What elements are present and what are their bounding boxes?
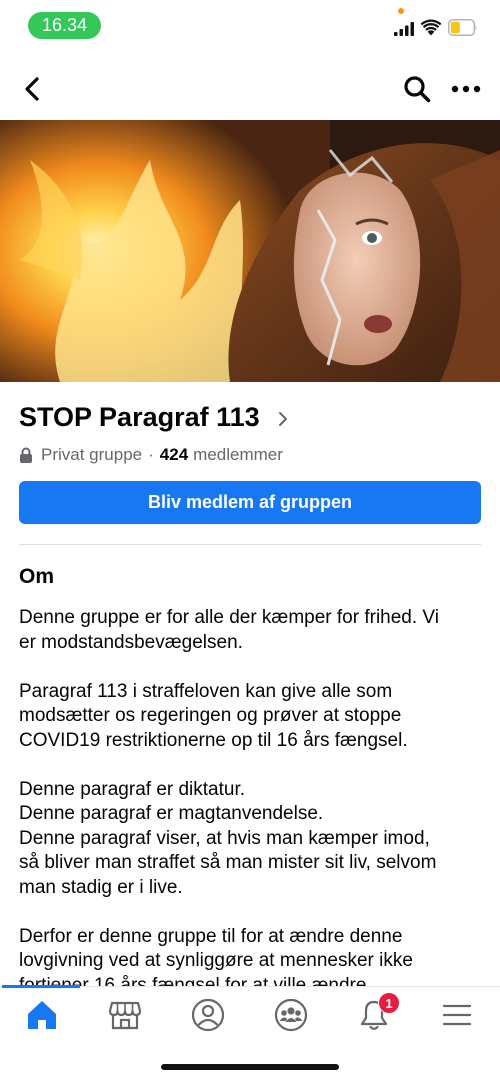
about-paragraph: Derfor er denne gruppe til for at ændre … <box>19 925 489 989</box>
chevron-right-icon[interactable] <box>276 411 290 427</box>
active-tab-indicator <box>2 985 80 988</box>
groups-icon[interactable] <box>273 997 309 1033</box>
home-indicator <box>161 1064 339 1070</box>
group-cover-photo[interactable] <box>0 120 500 382</box>
member-label[interactable]: medlemmer <box>193 445 283 465</box>
wifi-icon <box>421 19 441 36</box>
about-line: så bliver man straffet så man mister sit… <box>19 852 437 873</box>
divider <box>19 544 481 545</box>
about-line: lovgivning ved at synliggøre at menneske… <box>19 950 413 971</box>
about-description: Denne gruppe er for alle der kæmper for … <box>19 606 489 988</box>
about-line: man stadig er i live. <box>19 876 183 898</box>
about-line: er modstandsbevægelsen. <box>19 631 243 653</box>
cover-image <box>0 120 500 382</box>
member-count[interactable]: 424 <box>160 445 188 465</box>
group-meta: Privat gruppe · 424 medlemmer <box>19 443 283 467</box>
status-bar: 16.34 <box>0 0 500 52</box>
privacy-indicator-dot <box>398 8 404 14</box>
signal-icon <box>394 22 414 36</box>
about-heading: Om <box>19 565 55 588</box>
menu-icon[interactable] <box>439 997 475 1033</box>
about-line: modsætter os regeringen og prøver at sto… <box>19 705 402 726</box>
search-icon[interactable] <box>402 74 432 104</box>
back-chevron-icon[interactable] <box>18 74 48 104</box>
lock-icon <box>20 447 32 463</box>
about-line: COVID19 restriktionerne op til 16 års fæ… <box>19 729 408 751</box>
more-horizontal-icon[interactable] <box>450 74 482 104</box>
about-line: Denne paragraf er diktatur. <box>19 778 246 800</box>
privacy-label: Privat gruppe <box>41 445 143 464</box>
about-line: Denne gruppe er for alle der kæmper for … <box>19 607 439 628</box>
bottom-tab-bar <box>0 985 500 1044</box>
about-line: Denne paragraf er magtanvendelse. <box>19 803 324 824</box>
status-time: 16.34 <box>28 12 101 39</box>
top-navigation <box>0 62 500 114</box>
battery-icon <box>448 19 477 36</box>
profile-icon[interactable] <box>190 997 226 1033</box>
about-line: Denne paragraf viser, at hvis man kæmper… <box>19 827 430 849</box>
group-title[interactable]: STOP Paragraf 113 <box>19 398 260 436</box>
meta-separator: · <box>148 445 154 464</box>
about-line: Paragraf 113 i straffeloven kan give all… <box>19 680 393 702</box>
about-paragraph: Paragraf 113 i straffeloven kan give all… <box>19 680 489 754</box>
notification-badge: 1 <box>378 992 400 1014</box>
marketplace-icon[interactable] <box>107 997 143 1033</box>
about-paragraph: Denne gruppe er for alle der kæmper for … <box>19 606 489 655</box>
home-icon[interactable] <box>24 997 60 1033</box>
join-group-button[interactable]: Bliv medlem af gruppen <box>19 481 481 524</box>
about-line: Derfor er denne gruppe til for at ændre … <box>19 925 403 947</box>
about-paragraph: Denne paragraf er diktatur. Denne paragr… <box>19 778 489 901</box>
